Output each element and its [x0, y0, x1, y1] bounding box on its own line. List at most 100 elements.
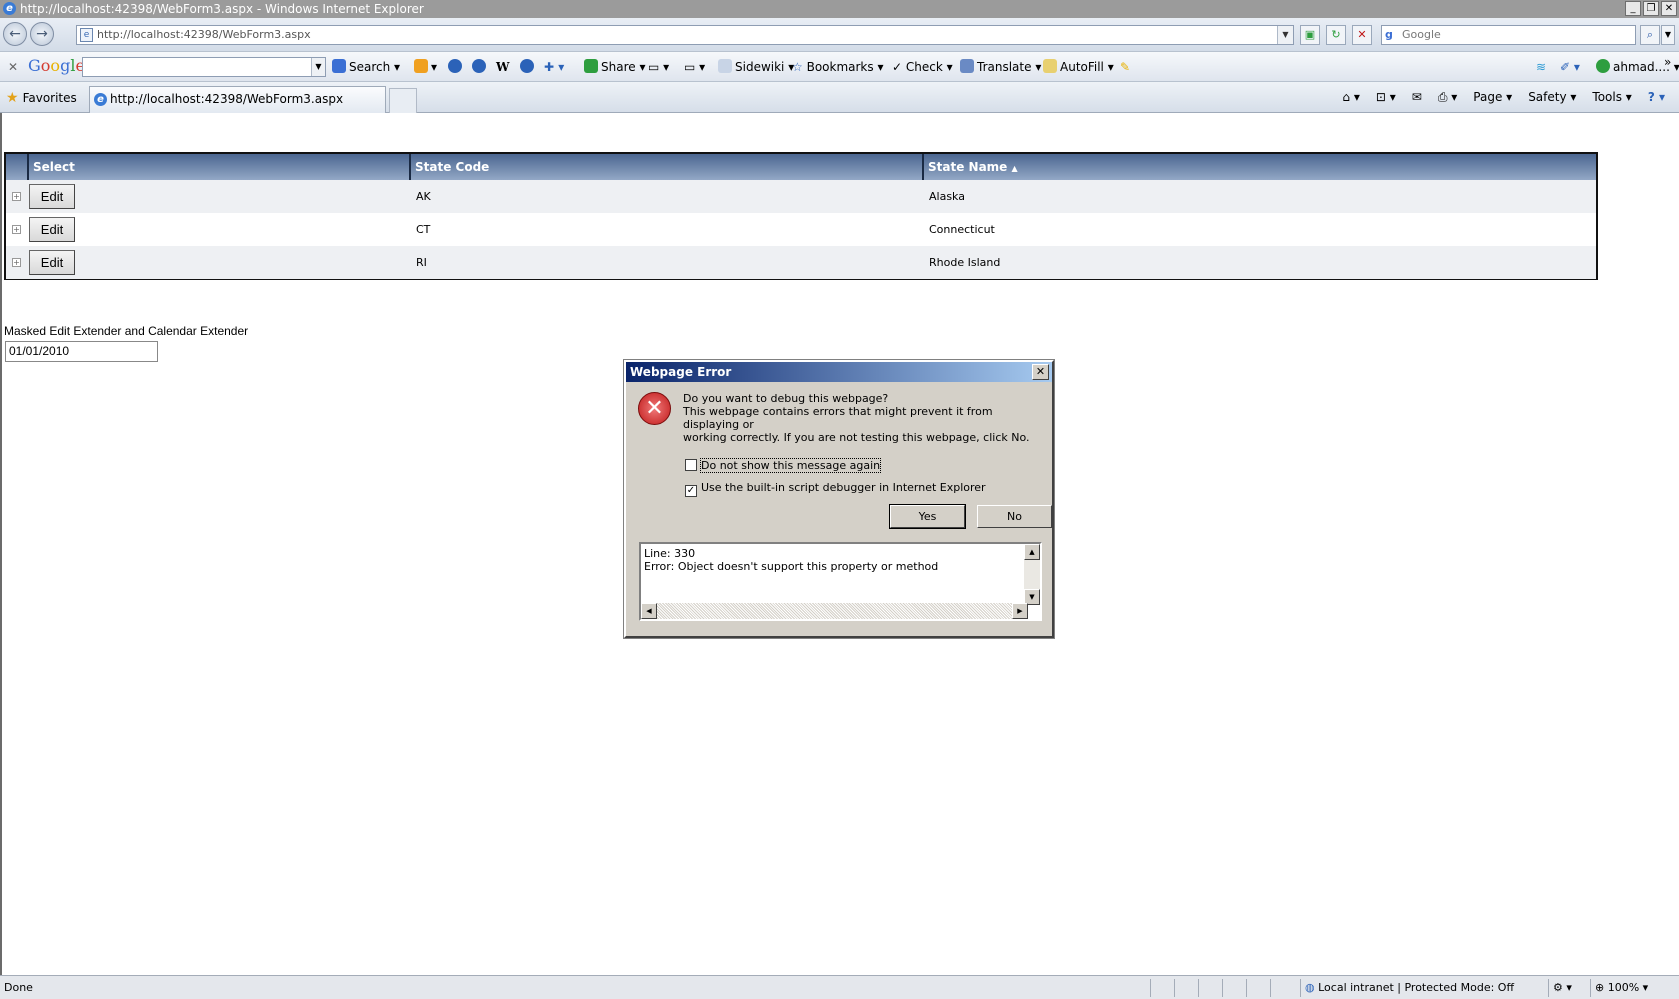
highlight-icon[interactable]: ▭ ▾ — [684, 59, 705, 75]
mail-icon[interactable]: ✉ — [1412, 90, 1422, 105]
scroll-right-icon[interactable]: ▶ — [1012, 603, 1028, 619]
minimize-button[interactable]: _ — [1625, 1, 1641, 16]
header-state-name-label: State Name — [928, 160, 1008, 174]
expand-row-icon[interactable]: + — [12, 225, 21, 234]
refresh-icon[interactable]: ↻ — [1326, 25, 1346, 45]
state-code-cell: AK — [416, 190, 431, 203]
wrench-icon[interactable]: ✐ ▾ — [1560, 59, 1580, 75]
news-icon[interactable]: ▾ — [414, 59, 437, 75]
add-button-icon[interactable]: ✚ ▾ — [544, 59, 564, 75]
scroll-up-icon[interactable]: ▲ — [1024, 544, 1040, 560]
expand-row-icon[interactable]: + — [12, 258, 21, 267]
checkbox-checked-icon[interactable]: ✓ — [685, 485, 697, 497]
share-button[interactable]: Share ▾ — [584, 59, 645, 75]
autofill-button[interactable]: AutoFill ▾ — [1043, 59, 1114, 75]
sidewiki-label: Sidewiki — [735, 60, 785, 74]
google-search-input[interactable]: ▼ — [82, 57, 326, 77]
new-tab-button[interactable] — [389, 88, 417, 113]
expand-row-icon[interactable]: + — [12, 192, 21, 201]
date-input[interactable]: 01/01/2010 — [5, 341, 158, 362]
vertical-scrollbar[interactable]: ▲ ▼ — [1024, 544, 1040, 605]
share-label: Share — [601, 60, 636, 74]
status-segment — [1198, 979, 1222, 997]
search-box[interactable]: g Google — [1381, 25, 1636, 45]
security-zone[interactable]: ◍ Local intranet | Protected Mode: Off — [1300, 979, 1548, 997]
tab-title: http://localhost:42398/WebForm3.aspx — [110, 92, 344, 106]
script-debugger-label[interactable]: Use the built-in script debugger in Inte… — [701, 481, 986, 494]
header-state-code[interactable]: State Code — [409, 154, 922, 180]
display-icon[interactable]: ▭ ▾ — [648, 59, 669, 75]
forward-button[interactable]: → — [30, 22, 54, 46]
address-dropdown-icon[interactable]: ▼ — [1277, 26, 1293, 44]
restore-button[interactable]: ❐ — [1643, 1, 1659, 16]
header-state-name[interactable]: State Name ▲ — [922, 154, 1598, 180]
globe-icon[interactable] — [472, 59, 489, 75]
window-title: http://localhost:42398/WebForm3.aspx - W… — [20, 2, 424, 16]
browser-tab[interactable]: e http://localhost:42398/WebForm3.aspx — [89, 86, 386, 113]
feeds-icon[interactable]: ⊡ ▾ — [1376, 90, 1396, 105]
globe-icon-glyph — [472, 59, 486, 73]
help-icon[interactable]: ? ▾ — [1648, 90, 1665, 105]
check-button[interactable]: ✓ Check ▾ — [892, 59, 953, 75]
google-search-label: Search — [349, 60, 391, 74]
edit-button[interactable]: Edit — [29, 217, 75, 242]
dialog-title: Webpage Error — [630, 365, 732, 379]
favorites-button[interactable]: ★ Favorites — [6, 90, 77, 106]
no-button[interactable]: No — [977, 505, 1052, 528]
globe-icon[interactable] — [520, 59, 537, 75]
yes-button[interactable]: Yes — [889, 504, 966, 529]
tools-menu[interactable]: Tools ▾ — [1592, 90, 1631, 105]
protected-mode-icon[interactable]: ⚙ ▾ — [1548, 979, 1590, 997]
edit-button[interactable]: Edit — [29, 250, 75, 275]
page-menu[interactable]: Page ▾ — [1473, 90, 1512, 105]
state-name-cell: Alaska — [929, 190, 965, 203]
more-chevron-icon[interactable]: » — [1664, 54, 1671, 70]
error-text: Error: Object doesn't support this prope… — [644, 560, 939, 573]
dont-show-checkbox[interactable]: Do not show this message again — [685, 458, 882, 473]
close-toolbar-icon[interactable]: ✕ — [8, 59, 18, 75]
home-icon[interactable]: ⌂ ▾ — [1342, 90, 1359, 105]
status-bar: Done ◍ Local intranet | Protected Mode: … — [0, 975, 1679, 999]
close-window-button[interactable]: ✕ — [1661, 1, 1677, 16]
safety-menu[interactable]: Safety ▾ — [1528, 90, 1576, 105]
sidewiki-button[interactable]: Sidewiki ▾ — [718, 59, 794, 75]
table-row: + Edit AK Alaska — [6, 180, 1596, 213]
state-name-cell: Rhode Island — [929, 256, 1001, 269]
wifi-icon[interactable]: ≋ — [1536, 59, 1546, 75]
pencil-icon[interactable]: ✎ — [1120, 59, 1130, 75]
back-button[interactable]: ← — [3, 22, 27, 46]
google-search-button[interactable]: Search ▾ — [332, 59, 400, 75]
dialog-close-button[interactable]: ✕ — [1032, 364, 1049, 380]
zoom-control[interactable]: ⊕ 100% ▾ — [1590, 979, 1670, 997]
google-search-dropdown-icon[interactable]: ▼ — [311, 58, 325, 76]
globe-icon[interactable] — [448, 59, 465, 75]
search-options-icon[interactable]: ▼ — [1661, 25, 1675, 45]
wikipedia-icon[interactable]: W — [496, 59, 509, 75]
header-select[interactable]: Select — [27, 154, 409, 180]
dont-show-label[interactable]: Do not show this message again — [699, 458, 882, 473]
edit-button[interactable]: Edit — [29, 184, 75, 209]
zoom-level: 100% — [1607, 981, 1640, 994]
ie-logo-icon: e — [3, 2, 16, 15]
stop-icon[interactable]: ✕ — [1352, 25, 1372, 45]
dialog-message: Do you want to debug this webpage? This … — [683, 392, 1043, 444]
script-debugger-checkbox[interactable]: ✓ Use the built-in script debugger in Int… — [685, 481, 986, 497]
print-icon[interactable]: ⎙ ▾ — [1438, 90, 1457, 105]
expand-header — [6, 154, 27, 180]
translate-button[interactable]: Translate ▾ — [960, 59, 1041, 75]
scroll-left-icon[interactable]: ◀ — [641, 603, 657, 619]
webpage-error-dialog: Webpage Error ✕ ✕ Do you want to debug t… — [623, 359, 1055, 639]
checkbox-unchecked-icon[interactable] — [685, 459, 697, 471]
user-status-icon — [1596, 59, 1610, 73]
search-go-icon[interactable]: ⌕ — [1640, 25, 1660, 45]
globe-icon-glyph — [448, 59, 462, 73]
horizontal-scrollbar[interactable]: ◀ ▶ — [641, 603, 1028, 619]
compatibility-icon[interactable]: ▣ — [1300, 25, 1320, 45]
spellcheck-icon: ✓ — [892, 60, 903, 74]
bookmarks-button[interactable]: ☆ Bookmarks ▾ — [792, 59, 883, 75]
state-code-cell: CT — [416, 223, 431, 236]
address-bar[interactable]: e http://localhost:42398/WebForm3.aspx ▼ — [76, 25, 1294, 45]
sidewiki-icon — [718, 59, 732, 73]
error-details-box[interactable]: Line: 330 Error: Object doesn't support … — [639, 542, 1042, 621]
status-segment — [1246, 979, 1270, 997]
